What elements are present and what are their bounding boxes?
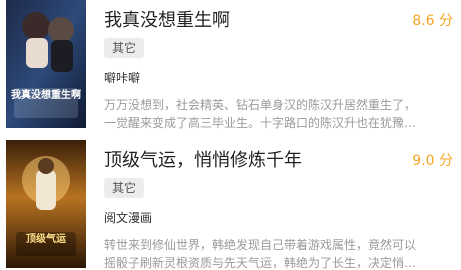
description-line: 摇骰子刷新灵根资质与先天气运，韩绝为了长生，决定悄…	[104, 256, 417, 270]
book-author: 阅文漫画	[104, 211, 153, 225]
category-tag[interactable]: 其它	[104, 178, 144, 198]
book-list: 我真没想重生啊 我真没想重生啊 8.6 分 其它 噼咔噼 万万没想到，社会精英、…	[0, 0, 461, 270]
book-title[interactable]: 我真没想重生啊	[104, 6, 230, 32]
manga-cover-icon: 顶级气运	[6, 140, 86, 268]
book-card[interactable]: 顶级气运 顶级气运，悄悄修炼千年 9.0 分 其它 阅文漫画 转世来到修仙世界，…	[0, 140, 461, 270]
cover-title-text: 顶级气运	[26, 232, 66, 245]
book-description: 转世来到修仙世界，韩绝发现自己带着游戏属性，竟然可以 摇骰子刷新灵根资质与先天气…	[104, 236, 456, 270]
book-title[interactable]: 顶级气运，悄悄修炼千年	[104, 146, 302, 172]
category-tag[interactable]: 其它	[104, 38, 144, 58]
description-line: 转世来到修仙世界，韩绝发现自己带着游戏属性，竟然可以	[104, 238, 417, 252]
manga-cover-icon: 我真没想重生啊	[6, 0, 86, 128]
book-description: 万万没想到，社会精英、钻石单身汉的陈汉升居然重生了， 一觉醒来变成了高三毕业生。…	[104, 96, 456, 132]
book-score: 8.6 分	[412, 13, 453, 29]
cover-title-text: 我真没想重生啊	[11, 88, 81, 101]
book-cover[interactable]: 我真没想重生啊	[6, 0, 86, 128]
book-score: 9.0 分	[412, 153, 453, 169]
description-line: 万万没想到，社会精英、钻石单身汉的陈汉升居然重生了，	[104, 98, 417, 112]
book-cover[interactable]: 顶级气运	[6, 140, 86, 268]
book-card[interactable]: 我真没想重生啊 我真没想重生啊 8.6 分 其它 噼咔噼 万万没想到，社会精英、…	[0, 0, 461, 130]
book-author: 噼咔噼	[104, 71, 141, 85]
description-line: 一觉醒来变成了高三毕业生。十字路口的陈汉升也在犹豫…	[104, 116, 417, 130]
